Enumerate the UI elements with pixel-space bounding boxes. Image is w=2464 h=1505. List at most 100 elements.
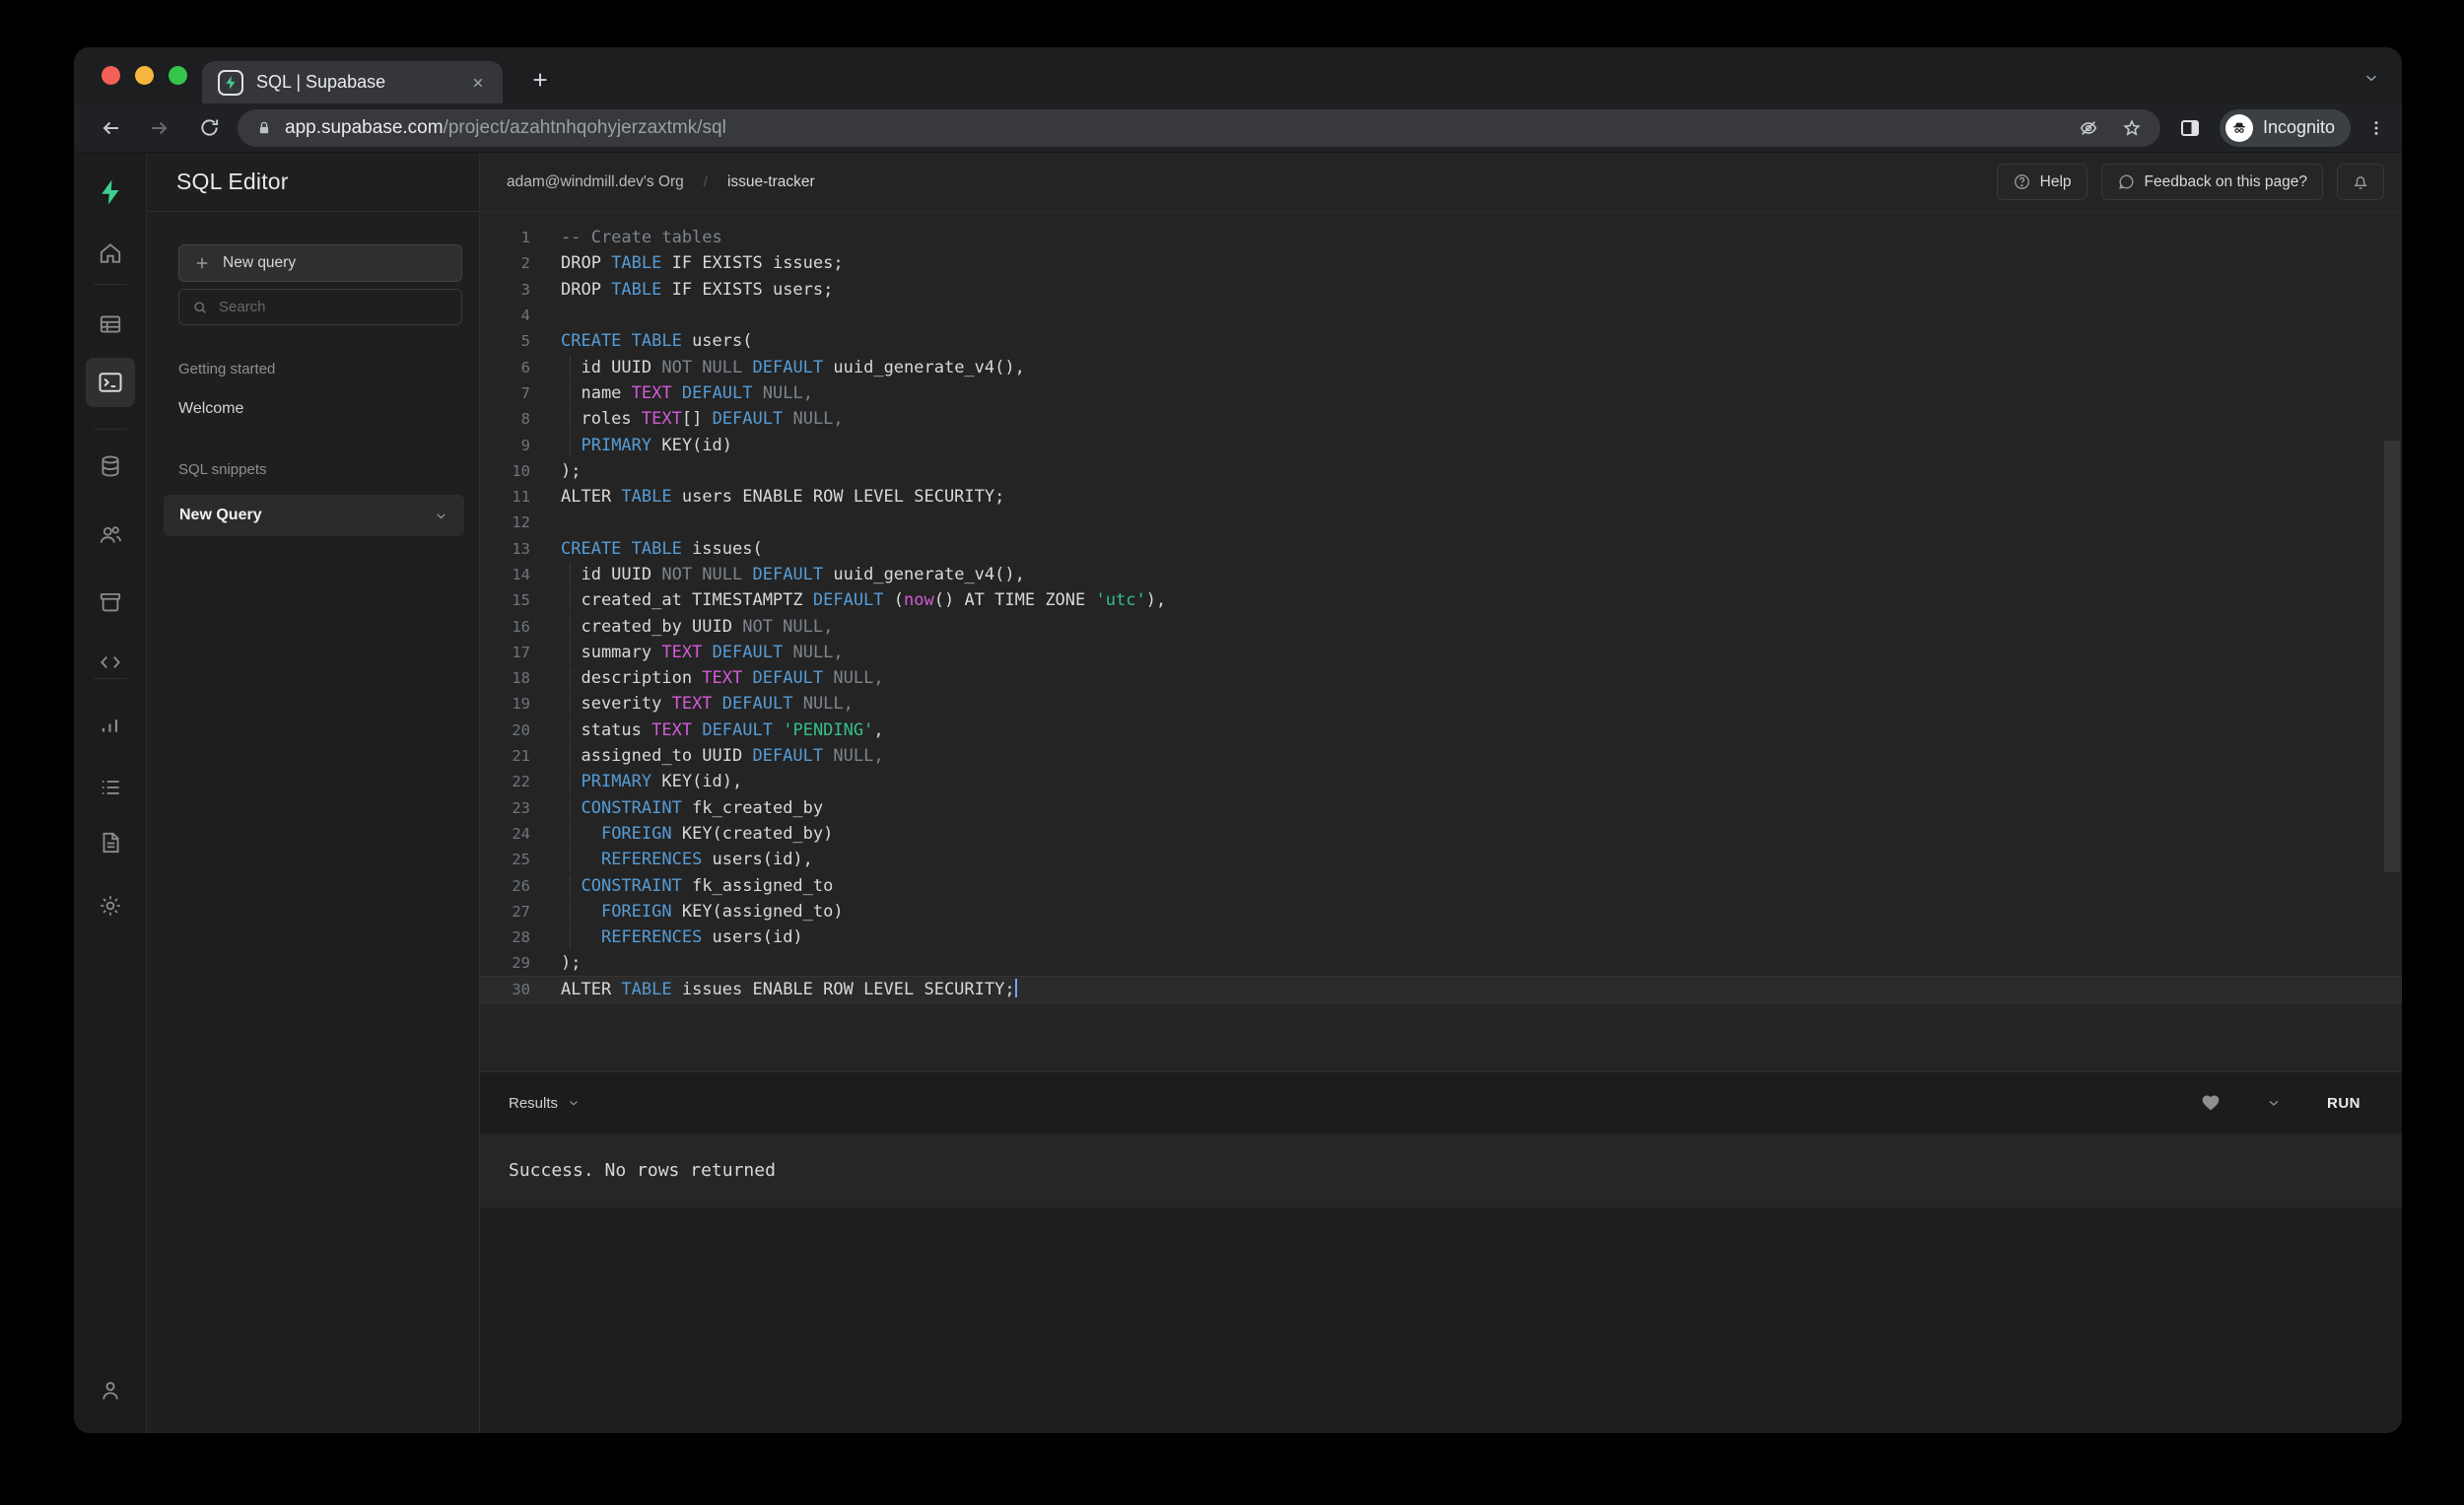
code-line-text: name TEXT DEFAULT NULL, xyxy=(530,383,2402,403)
line-number: 22 xyxy=(480,773,530,790)
code-line-text: PRIMARY KEY(id), xyxy=(530,772,2402,791)
forward-icon[interactable] xyxy=(139,107,180,149)
run-options-chevron-icon[interactable] xyxy=(2266,1095,2282,1111)
code-line-9[interactable]: 9 PRIMARY KEY(id) xyxy=(480,432,2402,457)
run-button[interactable]: RUN xyxy=(2327,1095,2361,1112)
snippet-search[interactable] xyxy=(178,289,462,325)
code-line-22[interactable]: 22 PRIMARY KEY(id), xyxy=(480,769,2402,794)
minimize-window-button[interactable] xyxy=(135,66,154,85)
account-user-icon[interactable] xyxy=(89,1369,132,1412)
main-panel: adam@windmill.dev's Org / issue-tracker … xyxy=(480,153,2402,1433)
code-line-24[interactable]: 24 FOREIGN KEY(created_by) xyxy=(480,821,2402,847)
code-line-text: created_at TIMESTAMPTZ DEFAULT (now() AT… xyxy=(530,590,2402,610)
results-dropdown[interactable]: Results xyxy=(509,1095,581,1112)
code-line-20[interactable]: 20 status TEXT DEFAULT 'PENDING', xyxy=(480,718,2402,743)
code-line-14[interactable]: 14 id UUID NOT NULL DEFAULT uuid_generat… xyxy=(480,562,2402,587)
help-button[interactable]: Help xyxy=(1997,164,2088,200)
browser-tab-strip: SQL | Supabase xyxy=(74,47,2402,103)
url-bar[interactable]: app.supabase.com/project/azahtnhqohyjerz… xyxy=(238,109,2160,147)
sidebar-item-welcome[interactable]: Welcome xyxy=(178,400,459,418)
tab-close-icon[interactable] xyxy=(469,74,487,92)
line-number: 1 xyxy=(480,229,530,246)
code-line-19[interactable]: 19 severity TEXT DEFAULT NULL, xyxy=(480,691,2402,717)
logs-list-icon[interactable] xyxy=(89,766,132,809)
eye-off-icon[interactable] xyxy=(2078,117,2099,139)
code-line-text: ALTER TABLE users ENABLE ROW LEVEL SECUR… xyxy=(530,487,2402,507)
code-line-30[interactable]: 30ALTER TABLE issues ENABLE ROW LEVEL SE… xyxy=(480,977,2402,1002)
line-number: 17 xyxy=(480,644,530,661)
code-line-text: REFERENCES users(id) xyxy=(530,927,2402,947)
code-line-6[interactable]: 6 id UUID NOT NULL DEFAULT uuid_generate… xyxy=(480,354,2402,379)
reports-chart-icon[interactable] xyxy=(89,703,132,746)
code-line-15[interactable]: 15 created_at TIMESTAMPTZ DEFAULT (now()… xyxy=(480,587,2402,613)
chevron-down-icon[interactable] xyxy=(434,509,448,523)
code-line-13[interactable]: 13CREATE TABLE issues( xyxy=(480,536,2402,562)
code-line-4[interactable]: 4 xyxy=(480,303,2402,328)
code-line-text: id UUID NOT NULL DEFAULT uuid_generate_v… xyxy=(530,358,2402,377)
code-line-7[interactable]: 7 name TEXT DEFAULT NULL, xyxy=(480,380,2402,406)
code-line-29[interactable]: 29); xyxy=(480,950,2402,976)
code-line-2[interactable]: 2DROP TABLE IF EXISTS issues; xyxy=(480,250,2402,276)
browser-window: SQL | Supabase app.supabase.com/project/… xyxy=(74,47,2402,1433)
zoom-window-button[interactable] xyxy=(169,66,187,85)
table-editor-icon[interactable] xyxy=(89,303,132,346)
new-query-button[interactable]: New query xyxy=(178,244,462,282)
home-icon[interactable] xyxy=(89,232,132,275)
back-icon[interactable] xyxy=(90,107,131,149)
supabase-logo-icon[interactable] xyxy=(89,171,132,214)
line-number: 13 xyxy=(480,540,530,558)
side-panel-icon[interactable] xyxy=(2178,116,2202,140)
line-number: 7 xyxy=(480,384,530,402)
search-input[interactable] xyxy=(219,299,449,315)
code-line-5[interactable]: 5CREATE TABLE users( xyxy=(480,328,2402,354)
code-line-11[interactable]: 11ALTER TABLE users ENABLE ROW LEVEL SEC… xyxy=(480,484,2402,510)
settings-gear-icon[interactable] xyxy=(89,884,132,927)
storage-box-icon[interactable] xyxy=(89,581,132,624)
code-line-text: FOREIGN KEY(created_by) xyxy=(530,824,2402,844)
page-title: SQL Editor xyxy=(147,153,479,212)
code-line-23[interactable]: 23 CONSTRAINT fk_created_by xyxy=(480,795,2402,821)
notifications-button[interactable] xyxy=(2337,164,2384,200)
code-line-17[interactable]: 17 summary TEXT DEFAULT NULL, xyxy=(480,640,2402,665)
code-line-21[interactable]: 21 assigned_to UUID DEFAULT NULL, xyxy=(480,743,2402,769)
breadcrumb-project[interactable]: issue-tracker xyxy=(727,173,815,191)
line-number: 14 xyxy=(480,566,530,583)
database-icon[interactable] xyxy=(89,445,132,488)
code-line-12[interactable]: 12 xyxy=(480,510,2402,535)
auth-users-icon[interactable] xyxy=(89,513,132,557)
browser-tab[interactable]: SQL | Supabase xyxy=(202,61,503,103)
tab-search-chevron-icon[interactable] xyxy=(2362,69,2380,87)
code-line-28[interactable]: 28 REFERENCES users(id) xyxy=(480,924,2402,950)
code-line-27[interactable]: 27 FOREIGN KEY(assigned_to) xyxy=(480,899,2402,924)
line-number: 15 xyxy=(480,591,530,609)
code-line-26[interactable]: 26 CONSTRAINT fk_assigned_to xyxy=(480,872,2402,898)
lock-icon[interactable] xyxy=(255,119,273,137)
code-line-25[interactable]: 25 REFERENCES users(id), xyxy=(480,847,2402,872)
sql-editor-terminal-icon[interactable] xyxy=(86,358,135,407)
code-line-1[interactable]: 1-- Create tables xyxy=(480,225,2402,250)
close-window-button[interactable] xyxy=(102,66,120,85)
url-host: app.supabase.com xyxy=(285,117,444,138)
code-line-10[interactable]: 10); xyxy=(480,458,2402,484)
code-line-text: -- Create tables xyxy=(530,228,2402,247)
results-empty-area xyxy=(480,1207,2402,1433)
reload-icon[interactable] xyxy=(188,107,230,149)
browser-menu-icon[interactable] xyxy=(2366,118,2386,138)
breadcrumb-org[interactable]: adam@windmill.dev's Org xyxy=(507,173,684,191)
favorite-heart-icon[interactable] xyxy=(2201,1093,2221,1113)
sql-code-editor[interactable]: 1-- Create tables2DROP TABLE IF EXISTS i… xyxy=(480,212,2402,1071)
feedback-button[interactable]: Feedback on this page? xyxy=(2101,164,2323,200)
code-line-16[interactable]: 16 created_by UUID NOT NULL, xyxy=(480,613,2402,639)
line-number: 25 xyxy=(480,851,530,868)
code-line-3[interactable]: 3DROP TABLE IF EXISTS users; xyxy=(480,277,2402,303)
code-line-8[interactable]: 8 roles TEXT[] DEFAULT NULL, xyxy=(480,406,2402,432)
code-line-text: CONSTRAINT fk_assigned_to xyxy=(530,876,2402,896)
docs-file-icon[interactable] xyxy=(89,821,132,864)
feedback-button-label: Feedback on this page? xyxy=(2145,173,2307,191)
bookmark-star-icon[interactable] xyxy=(2121,117,2143,139)
sidebar-item-new-query[interactable]: New Query xyxy=(164,495,464,536)
code-line-18[interactable]: 18 description TEXT DEFAULT NULL, xyxy=(480,665,2402,691)
code-line-text: id UUID NOT NULL DEFAULT uuid_generate_v… xyxy=(530,565,2402,584)
code-line-text: assigned_to UUID DEFAULT NULL, xyxy=(530,746,2402,766)
new-tab-button[interactable] xyxy=(529,69,551,91)
